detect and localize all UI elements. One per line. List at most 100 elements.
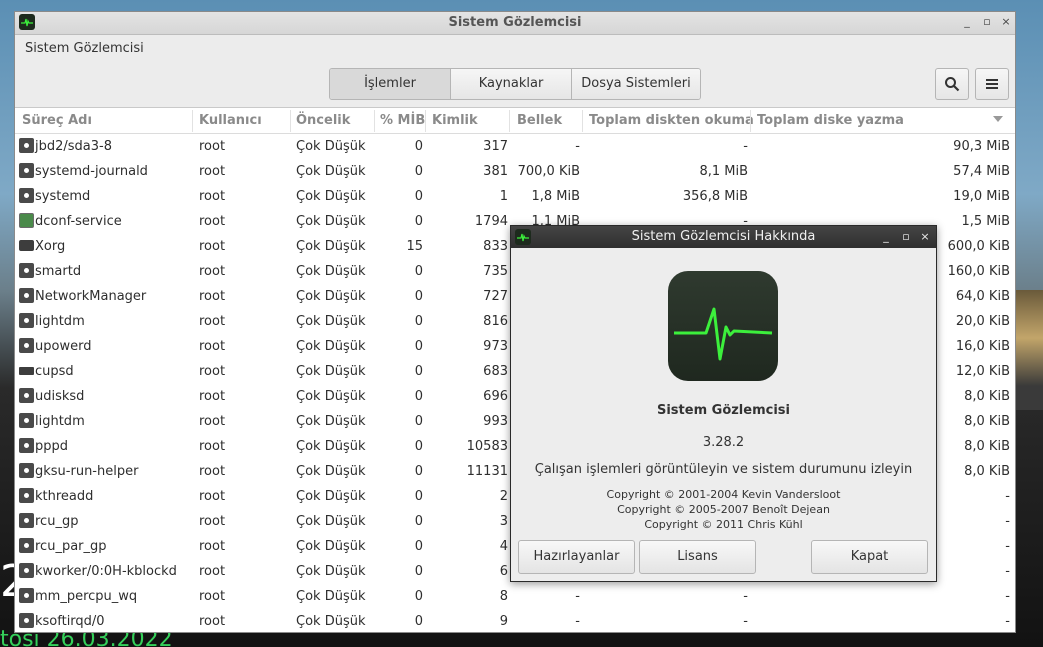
- process-cpu: 0: [414, 514, 423, 529]
- tab-processes[interactable]: İşlemler: [330, 69, 451, 99]
- close-dialog-button[interactable]: Kapat: [811, 540, 928, 574]
- column-disk-read[interactable]: Toplam diskten okuma: [589, 113, 754, 128]
- close-button[interactable]: ×: [999, 15, 1013, 29]
- gear-process-icon: [19, 388, 34, 403]
- process-pid: 973: [483, 339, 508, 354]
- dialog-close-button[interactable]: ×: [919, 230, 931, 244]
- printer-process-icon: [19, 367, 34, 375]
- maximize-button[interactable]: ▫: [980, 15, 994, 29]
- menu-button[interactable]: [975, 68, 1009, 100]
- process-priority: Çok Düşük: [296, 264, 366, 279]
- column-disk-write[interactable]: Toplam diske yazma: [757, 113, 904, 128]
- table-row[interactable]: ksoftirqd/0 root Çok Düşük 0 9 - - -: [15, 609, 1015, 632]
- process-priority: Çok Düşük: [296, 464, 366, 479]
- tab-file-systems[interactable]: Dosya Sistemleri: [572, 69, 700, 99]
- process-pid: 10583: [466, 439, 508, 454]
- hamburger-menu-icon: [986, 79, 998, 89]
- gear-process-icon: [19, 538, 34, 553]
- process-memory: -: [575, 139, 580, 154]
- process-pid: 3: [499, 514, 508, 529]
- about-dialog-titlebar[interactable]: Sistem Gözlemcisi Hakkında _ ▫ ×: [511, 226, 936, 248]
- process-cpu: 0: [414, 564, 423, 579]
- process-user: root: [199, 364, 226, 379]
- process-disk-write: -: [1005, 589, 1010, 604]
- process-user: root: [199, 239, 226, 254]
- process-priority: Çok Düşük: [296, 164, 366, 179]
- process-pid: 317: [483, 139, 508, 154]
- column-pid[interactable]: Kimlik: [432, 113, 478, 128]
- process-pid: 683: [483, 364, 508, 379]
- process-user: root: [199, 464, 226, 479]
- table-row[interactable]: jbd2/sda3-8 root Çok Düşük 0 317 - - 90,3 MiB: [15, 134, 1015, 159]
- search-button[interactable]: [935, 68, 969, 100]
- process-user: root: [199, 589, 226, 604]
- process-user: root: [199, 314, 226, 329]
- process-table-header: Süreç Adı Kullanıcı Öncelik % MİB Kimlik…: [15, 108, 1015, 134]
- process-priority: Çok Düşük: [296, 289, 366, 304]
- process-disk-read: -: [743, 589, 748, 604]
- process-priority: Çok Düşük: [296, 239, 366, 254]
- process-name: kthreadd: [35, 489, 94, 504]
- process-name: ksoftirqd/0: [35, 614, 105, 629]
- gear-process-icon: [19, 138, 34, 153]
- process-name: udisksd: [35, 389, 85, 404]
- process-user: root: [199, 264, 226, 279]
- process-cpu: 0: [414, 214, 423, 229]
- process-user: root: [199, 289, 226, 304]
- process-priority: Çok Düşük: [296, 489, 366, 504]
- table-row[interactable]: systemd-journald root Çok Düşük 0 381 700,0 K…: [15, 159, 1015, 184]
- process-user: root: [199, 414, 226, 429]
- desktop-wallpaper-strip: [1014, 290, 1043, 410]
- process-priority: Çok Düşük: [296, 539, 366, 554]
- process-cpu: 0: [414, 614, 423, 629]
- process-cpu: 0: [414, 139, 423, 154]
- gear-process-icon: [19, 313, 34, 328]
- credits-button[interactable]: Hazırlayanlar: [518, 540, 635, 574]
- process-pid: 9: [499, 614, 508, 629]
- process-pid: 4: [499, 539, 508, 554]
- column-cpu[interactable]: % MİB: [380, 113, 425, 128]
- column-priority[interactable]: Öncelik: [296, 113, 350, 128]
- process-cpu: 0: [414, 589, 423, 604]
- process-disk-read: 356,8 MiB: [682, 189, 748, 204]
- process-pid: 6: [499, 564, 508, 579]
- process-user: root: [199, 514, 226, 529]
- dialog-minimize-button[interactable]: _: [880, 230, 892, 244]
- dconf-process-icon: [19, 213, 34, 228]
- window-titlebar[interactable]: Sistem Gözlemcisi _ ▫ ×: [15, 12, 1015, 35]
- tab-resources[interactable]: Kaynaklar: [451, 69, 572, 99]
- process-priority: Çok Düşük: [296, 139, 366, 154]
- process-name: jbd2/sda3-8: [35, 139, 112, 154]
- dialog-maximize-button[interactable]: ▫: [900, 230, 912, 244]
- gear-process-icon: [19, 488, 34, 503]
- app-menu[interactable]: Sistem Gözlemcisi: [25, 41, 144, 56]
- process-name: gksu-run-helper: [35, 464, 139, 479]
- gear-process-icon: [19, 338, 34, 353]
- column-process-name[interactable]: Süreç Adı: [22, 113, 92, 128]
- process-priority: Çok Düşük: [296, 439, 366, 454]
- license-button[interactable]: Lisans: [639, 540, 756, 574]
- process-user: root: [199, 439, 226, 454]
- about-copyright-2: Copyright © 2005-2007 Benoît Dejean: [617, 503, 830, 516]
- window-title: Sistem Gözlemcisi: [448, 15, 582, 30]
- process-pid: 2: [499, 489, 508, 504]
- minimize-button[interactable]: _: [960, 15, 974, 29]
- process-cpu: 0: [414, 389, 423, 404]
- menubar: Sistem Gözlemcisi: [15, 35, 1015, 61]
- column-memory[interactable]: Bellek: [517, 113, 562, 128]
- process-name: cupsd: [35, 364, 74, 379]
- column-user[interactable]: Kullanıcı: [199, 113, 262, 128]
- process-cpu: 15: [406, 239, 423, 254]
- process-pid: 8: [499, 589, 508, 604]
- process-disk-write: -: [1005, 614, 1010, 629]
- table-row[interactable]: mm_percpu_wq root Çok Düşük 0 8 - - -: [15, 584, 1015, 609]
- process-name: systemd-journald: [35, 164, 148, 179]
- table-row[interactable]: systemd root Çok Düşük 0 1 1,8 MiB 356,8 MiB 19…: [15, 184, 1015, 209]
- process-cpu: 0: [414, 314, 423, 329]
- process-user: root: [199, 139, 226, 154]
- process-name: Xorg: [35, 239, 66, 254]
- sort-descending-icon: [993, 116, 1003, 122]
- process-cpu: 0: [414, 539, 423, 554]
- system-monitor-logo-icon: [668, 271, 778, 381]
- process-pid: 816: [483, 314, 508, 329]
